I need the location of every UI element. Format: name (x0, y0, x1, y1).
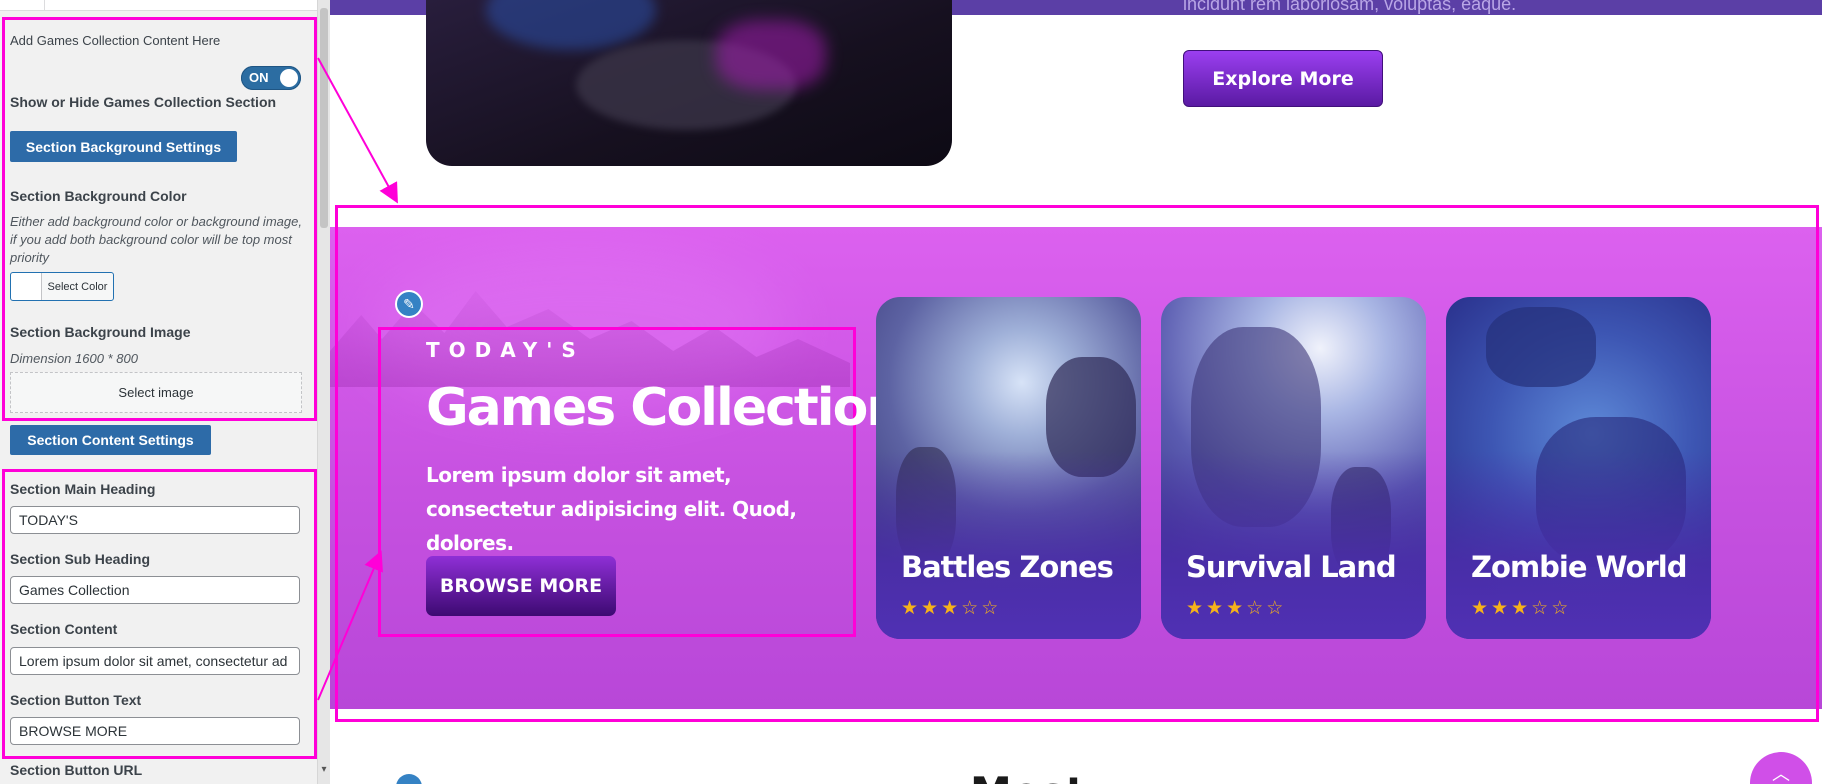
content-input[interactable] (10, 647, 300, 675)
bg-color-description: Either add background color or backgroun… (10, 214, 302, 265)
bg-image-label: Section Background Image (10, 324, 191, 340)
star-filled-icon: ★ (1226, 598, 1244, 619)
star-outline-icon: ☆ (1531, 598, 1549, 619)
card-title: Zombie World (1471, 550, 1688, 584)
background-settings-button[interactable]: Section Background Settings (10, 131, 237, 162)
card-rating: ★ ★ ★ ☆ ☆ (901, 599, 998, 619)
game-card[interactable]: Survival Land ★ ★ ★ ☆ ☆ (1161, 297, 1426, 639)
button-text-label: Section Button Text (10, 692, 142, 708)
section-title: Games Collection (426, 378, 903, 438)
hero-fade-text: incidunt rem laboriosam, voluptas, eaque… (1183, 0, 1517, 14)
bg-color-label: Section Background Color (10, 188, 187, 204)
bg-image-dimension: Dimension 1600 * 800 (10, 351, 138, 366)
card-rating: ★ ★ ★ ☆ ☆ (1186, 599, 1283, 619)
strip-divider (44, 0, 45, 10)
card-title: Battles Zones (901, 550, 1114, 584)
edit-marker-icon[interactable] (396, 774, 422, 784)
site-preview: incidunt rem laboriosam, voluptas, eaque… (330, 0, 1822, 784)
sidebar-scrollbar[interactable]: ▾ (317, 0, 330, 784)
section-kicker: TODAY'S (426, 338, 585, 362)
scroll-down-icon[interactable]: ▾ (320, 765, 328, 775)
next-section-heading-text: Most (970, 768, 1086, 784)
select-color-label: Select Color (47, 280, 108, 293)
game-card[interactable]: Zombie World ★ ★ ★ ☆ ☆ (1446, 297, 1711, 639)
button-text-input[interactable] (10, 717, 300, 745)
select-image-button[interactable]: Select image (10, 372, 302, 413)
button-url-label: Section Button URL (10, 762, 143, 778)
explore-more-button[interactable]: Explore More (1183, 50, 1383, 107)
content-label: Section Content (10, 621, 118, 637)
customizer-sidebar: Add Games Collection Content Here ON Sho… (0, 0, 330, 784)
sub-heading-label: Section Sub Heading (10, 551, 151, 567)
star-filled-icon: ★ (1491, 598, 1509, 619)
star-outline-icon: ☆ (1551, 598, 1569, 619)
color-swatch (11, 273, 42, 300)
card-title: Survival Land (1186, 550, 1397, 584)
pencil-icon[interactable]: ✎ (395, 290, 423, 318)
section-description: Lorem ipsum dolor sit amet, consectetur … (426, 463, 797, 555)
toggle-state-label: ON (249, 70, 269, 85)
chevron-up-icon[interactable]: ︿ (1750, 752, 1812, 784)
game-card[interactable]: Battles Zones ★ ★ ★ ☆ ☆ (876, 297, 1141, 639)
star-outline-icon: ☆ (981, 598, 999, 619)
star-outline-icon: ☆ (1266, 598, 1284, 619)
star-filled-icon: ★ (921, 598, 939, 619)
star-filled-icon: ★ (941, 598, 959, 619)
add-content-label: Add Games Collection Content Here (10, 33, 221, 48)
sidebar-top-strip (0, 0, 318, 11)
star-filled-icon: ★ (1471, 598, 1489, 619)
main-heading-input[interactable] (10, 506, 300, 534)
star-filled-icon: ★ (1511, 598, 1529, 619)
sub-heading-input[interactable] (10, 576, 300, 604)
show-hide-label: Show or Hide Games Collection Section (10, 94, 277, 110)
scrollbar-thumb[interactable] (320, 8, 328, 228)
hero-image-magenta (716, 20, 826, 90)
star-filled-icon: ★ (901, 598, 919, 619)
toggle-knob (280, 69, 298, 87)
star-filled-icon: ★ (1186, 598, 1204, 619)
card-rating: ★ ★ ★ ☆ ☆ (1471, 599, 1568, 619)
star-filled-icon: ★ (1206, 598, 1224, 619)
content-settings-button[interactable]: Section Content Settings (10, 425, 211, 455)
star-outline-icon: ☆ (1246, 598, 1264, 619)
hero-image (426, 0, 952, 166)
hero-image-blue (486, 0, 656, 50)
browse-more-button[interactable]: BROWSE MORE (426, 556, 616, 616)
card-image-rider (1486, 307, 1596, 387)
section-visibility-toggle[interactable]: ON (241, 66, 301, 90)
star-outline-icon: ☆ (961, 598, 979, 619)
select-color-button[interactable]: Select Color (10, 272, 114, 301)
main-heading-label: Section Main Heading (10, 481, 156, 497)
next-section-heading: Most (970, 768, 1120, 784)
